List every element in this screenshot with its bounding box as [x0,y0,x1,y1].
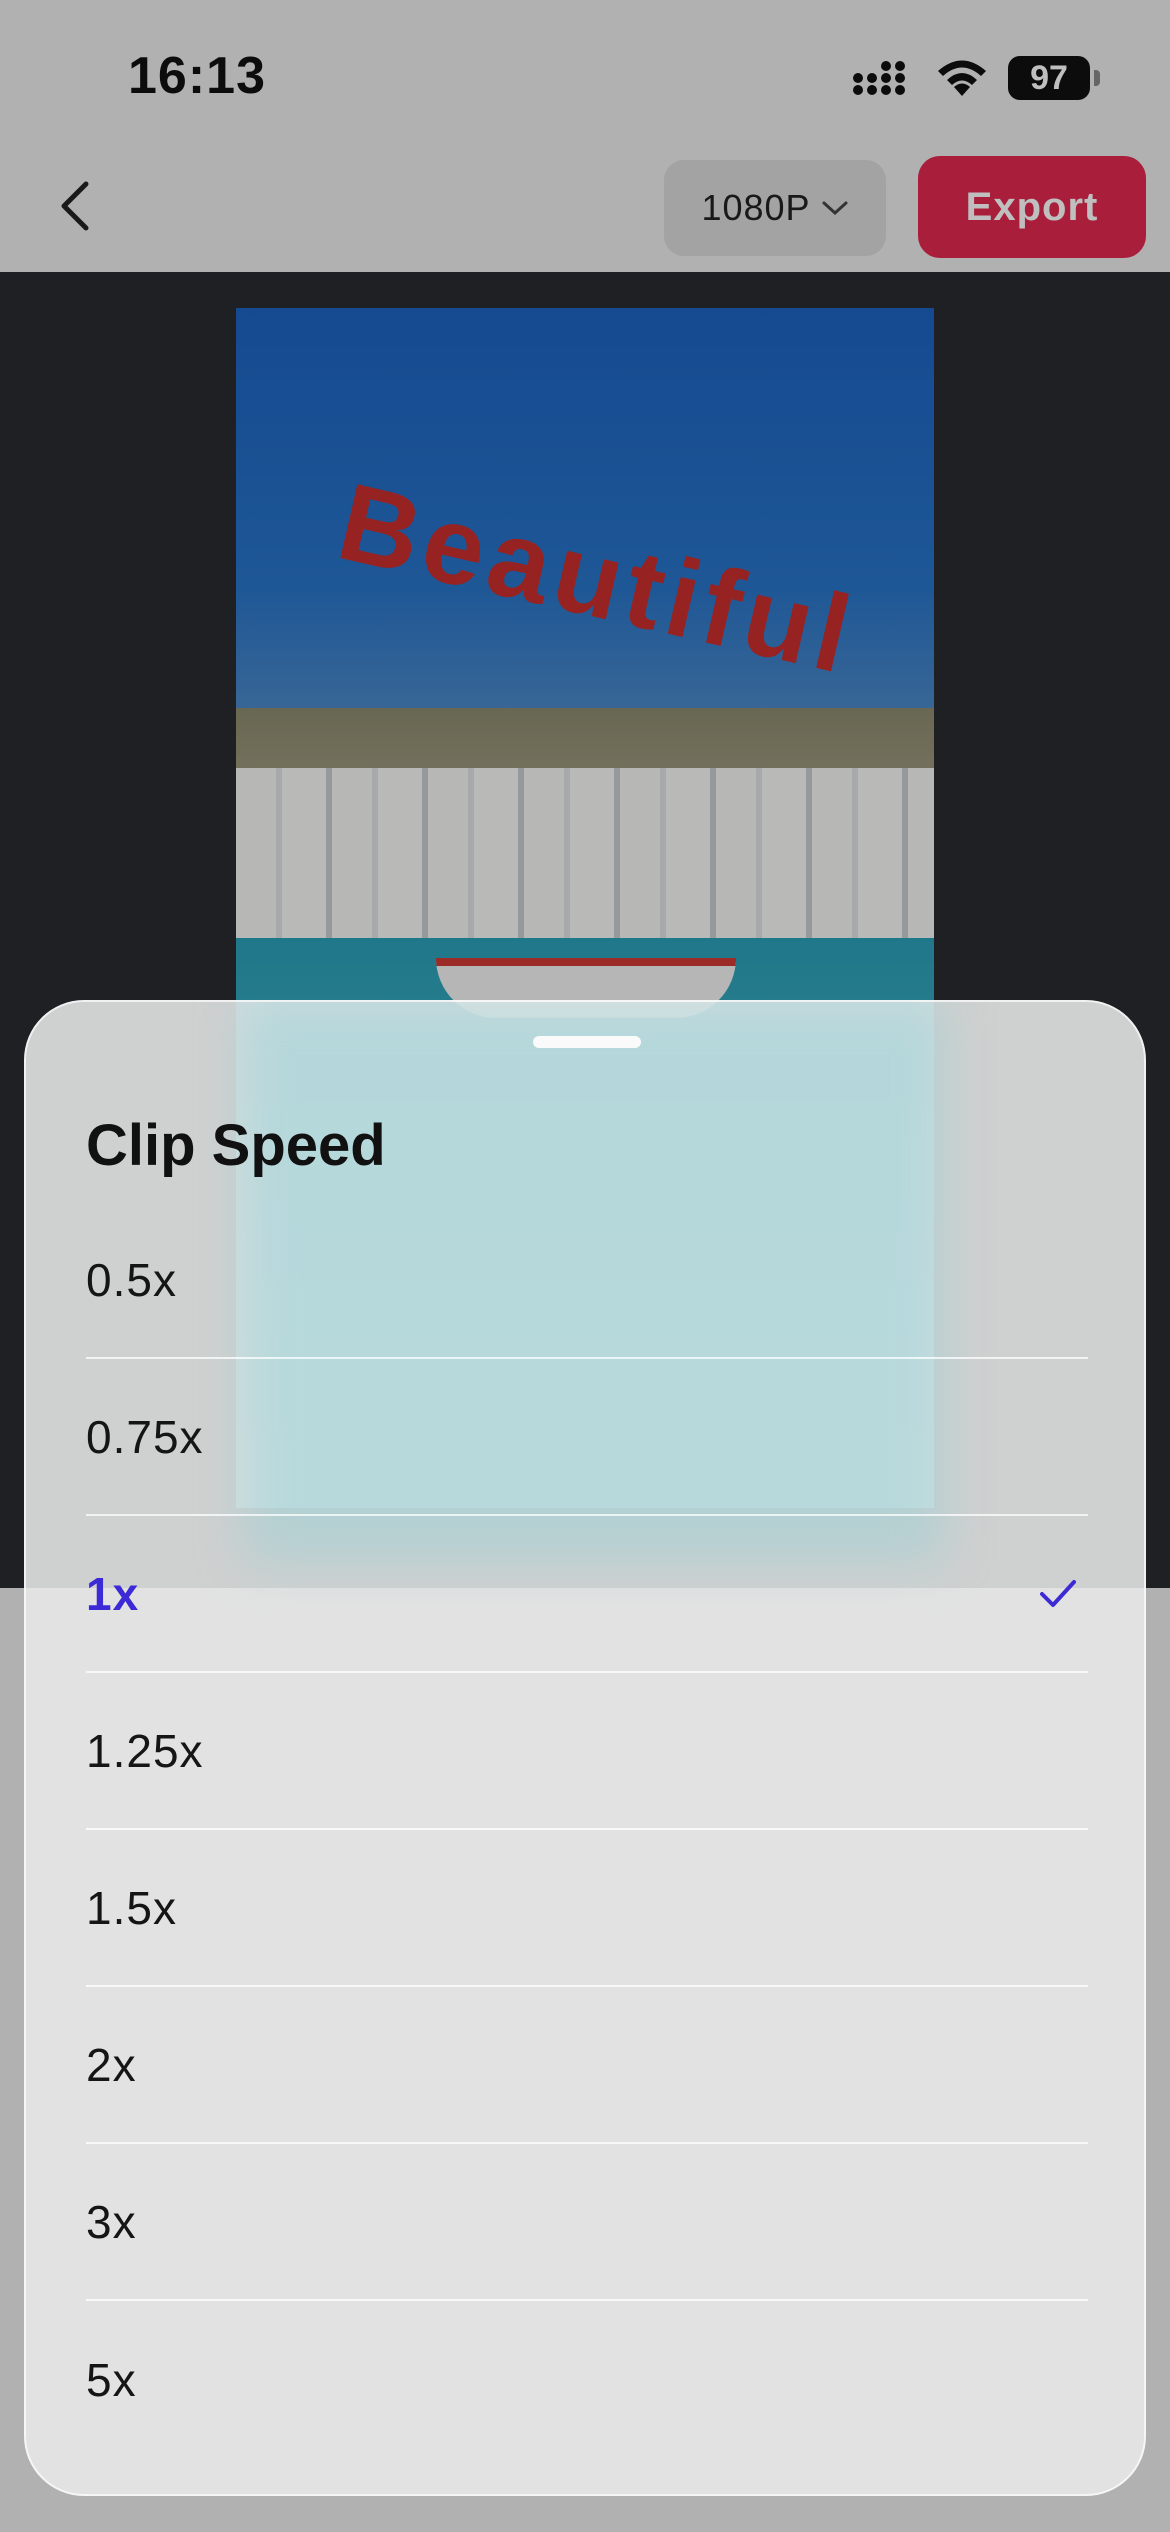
clip-speed-sheet: Clip Speed 0.5x 0.75x 1x 1.25x 1.5x 2x 3… [24,1000,1146,2496]
speed-option[interactable]: 0.75x [86,1359,1088,1516]
speed-option[interactable]: 2x [86,1987,1088,2144]
speed-option[interactable]: 5x [86,2301,1088,2458]
speed-option[interactable]: 1.25x [86,1673,1088,1830]
speed-option-label: 3x [86,2195,137,2248]
speed-option-label: 0.5x [86,1253,177,1306]
sheet-title: Clip Speed [86,1113,386,1178]
speed-option[interactable]: 0.5x [86,1202,1088,1359]
speed-option-selected[interactable]: 1x [86,1516,1088,1673]
drag-handle[interactable] [533,1036,641,1048]
speed-option-label: 1.25x [86,1724,204,1777]
speed-option[interactable]: 3x [86,2144,1088,2301]
screen: 16:13 97 1080P Export Beautiful Clip Spe… [0,0,1170,2532]
speed-option-label: 0.75x [86,1410,204,1463]
speed-option-label: 5x [86,2353,137,2406]
speed-option-label: 2x [86,2038,137,2091]
checkmark-icon [1040,1580,1076,1607]
speed-option[interactable]: 1.5x [86,1830,1088,1987]
speed-option-label: 1.5x [86,1881,177,1934]
speed-options-list: 0.5x 0.75x 1x 1.25x 1.5x 2x 3x 5x [86,1202,1088,2458]
speed-option-label: 1x [86,1567,140,1620]
